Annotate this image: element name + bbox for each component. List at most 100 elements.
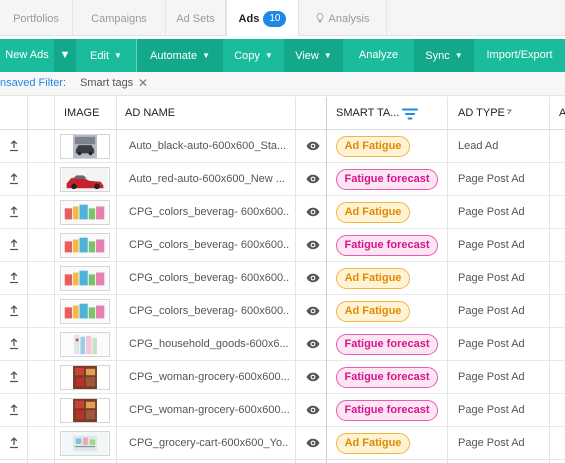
smart-tag-badge: Fatigue forecast — [336, 169, 438, 190]
smart-tag-badge: Ad Fatigue — [336, 136, 410, 157]
sort-icon[interactable] — [506, 109, 512, 115]
table-row[interactable]: CPG_household_goods-600x6... Fatigue fore… — [0, 328, 565, 361]
tab-portfolios[interactable]: Portfolios — [0, 0, 73, 36]
eye-icon[interactable] — [306, 141, 320, 151]
column-divider — [549, 97, 550, 463]
upload-icon[interactable] — [9, 437, 19, 449]
column-header-ad-type[interactable]: AD TYPE — [458, 97, 505, 130]
tab-ads[interactable]: Ads 10 — [226, 0, 299, 37]
smart-tag-badge: Fatigue forecast — [336, 334, 438, 355]
tab-campaigns[interactable]: Campaigns — [73, 0, 166, 36]
column-divider — [116, 97, 117, 463]
import-export-label: Import/Export — [486, 49, 553, 61]
upload-icon[interactable] — [9, 272, 19, 284]
table-header: IMAGE AD NAME SMART TA... AD TYPE A — [0, 97, 565, 130]
tab-analysis-label: Analysis — [328, 13, 370, 25]
table-row[interactable]: CPG_colors_beverag- 600x600... Ad Fatigue… — [0, 262, 565, 295]
smart-tag-badge: Fatigue forecast — [336, 367, 438, 388]
tab-adsets[interactable]: Ad Sets — [166, 0, 226, 36]
upload-icon[interactable] — [9, 239, 19, 251]
tab-campaigns-label: Campaigns — [91, 13, 147, 25]
ad-type-cell: Page Post Ad — [458, 371, 525, 383]
new-ads-label: New Ads — [5, 49, 49, 61]
copy-label: Copy — [234, 50, 260, 62]
column-divider — [447, 97, 448, 463]
eye-icon[interactable] — [306, 174, 320, 184]
eye-icon[interactable] — [306, 207, 320, 217]
new-ads-button[interactable]: New Ads — [0, 39, 54, 72]
table-row[interactable]: Auto_red-auto-600x600_New ... Fatigue for… — [0, 163, 565, 196]
import-export-button[interactable]: Import/Export — [474, 39, 565, 72]
ad-thumbnail[interactable] — [60, 200, 110, 225]
table-row[interactable]: CPG_grocery-cart-600x600_Yo... Ad Fatigue… — [0, 427, 565, 460]
chevron-down-icon: ▼ — [454, 51, 463, 60]
table-row[interactable]: CPG_colors_beverag- 600x600... Ad Fatigue… — [0, 295, 565, 328]
ad-name-cell[interactable]: CPG_colors_beverag- 600x600... — [129, 262, 289, 295]
table-row[interactable]: CPG_woman-grocery-600x600... Fatigue fore… — [0, 361, 565, 394]
ad-name-cell[interactable]: CPG_woman-grocery-600x600... — [129, 394, 289, 427]
new-ads-dropdown[interactable]: ▼ — [54, 39, 76, 72]
column-divider — [54, 97, 55, 463]
ads-count-badge: 10 — [263, 11, 287, 27]
tab-portfolios-label: Portfolios — [13, 13, 59, 25]
column-header-image[interactable]: IMAGE — [64, 97, 99, 130]
view-menu[interactable]: View ▼ — [284, 39, 343, 72]
ad-type-cell: Page Post Ad — [458, 206, 525, 218]
ad-thumbnail[interactable] — [60, 266, 110, 291]
ad-thumbnail[interactable] — [60, 233, 110, 258]
upload-icon[interactable] — [9, 173, 19, 185]
ad-name-cell[interactable]: CPG_woman-grocery-600x600... — [129, 361, 289, 394]
upload-icon[interactable] — [9, 206, 19, 218]
analyze-button[interactable]: Analyze — [343, 39, 414, 72]
ad-type-cell: Page Post Ad — [458, 173, 525, 185]
filter-icon[interactable] — [402, 108, 418, 120]
chevron-down-icon: ▼ — [114, 51, 122, 60]
filter-bar: nsaved Filter: Smart tags ✕ — [0, 72, 565, 96]
eye-icon[interactable] — [306, 372, 320, 382]
sync-menu[interactable]: Sync ▼ — [414, 39, 474, 72]
edit-label: Edit — [90, 50, 110, 62]
table-row[interactable]: CPG_colors_beverag- 600x600... Fatigue fo… — [0, 229, 565, 262]
automate-menu[interactable]: Automate ▼ — [137, 39, 223, 72]
action-toolbar: New Ads ▼ Edit ▼ Automate ▼ Copy ▼ View ▼ An… — [0, 39, 565, 72]
eye-icon[interactable] — [306, 339, 320, 349]
eye-icon[interactable] — [306, 273, 320, 283]
ad-name-cell[interactable]: Auto_red-auto-600x600_New ... — [129, 163, 289, 196]
table-row[interactable]: CPG_woman-grocery-600x600... Fatigue fore… — [0, 394, 565, 427]
smart-tag-badge: Fatigue forecast — [336, 235, 438, 256]
close-icon[interactable]: ✕ — [138, 72, 148, 94]
upload-icon[interactable] — [9, 338, 19, 350]
edit-menu[interactable]: Edit ▼ — [76, 39, 136, 72]
ad-name-cell[interactable]: Auto_black-auto-600x600_Sta... — [129, 130, 289, 163]
ad-name-cell[interactable]: CPG_colors_beverag- 600x600... — [129, 196, 289, 229]
upload-icon[interactable] — [9, 305, 19, 317]
upload-icon[interactable] — [9, 140, 19, 152]
ad-thumbnail[interactable] — [60, 431, 110, 456]
analyze-label: Analyze — [358, 49, 399, 61]
tab-analysis[interactable]: Analysis — [299, 0, 387, 36]
ad-name-cell[interactable]: CPG_grocery-cart-600x600_Yo... — [129, 427, 289, 460]
ad-thumbnail[interactable] — [60, 398, 110, 423]
ad-name-cell[interactable]: CPG_household_goods-600x6... — [129, 328, 289, 361]
eye-icon[interactable] — [306, 240, 320, 250]
table-row[interactable]: CPG_colors_beverag- 600x600... Ad Fatigue… — [0, 196, 565, 229]
column-header-smart-tags[interactable]: SMART TA... — [336, 97, 399, 130]
column-header-next[interactable]: A — [559, 97, 565, 130]
ad-thumbnail[interactable] — [60, 167, 110, 192]
column-header-ad-name[interactable]: AD NAME — [125, 97, 175, 130]
ad-name-cell[interactable]: CPG_colors_beverag- 600x600... — [129, 229, 289, 262]
ad-thumbnail[interactable] — [60, 134, 110, 159]
upload-icon[interactable] — [9, 404, 19, 416]
copy-menu[interactable]: Copy ▼ — [223, 39, 284, 72]
eye-icon[interactable] — [306, 405, 320, 415]
ad-thumbnail[interactable] — [60, 332, 110, 357]
eye-icon[interactable] — [306, 438, 320, 448]
ad-type-cell: Page Post Ad — [458, 437, 525, 449]
upload-icon[interactable] — [9, 371, 19, 383]
ad-name-cell[interactable]: CPG_colors_beverag- 600x600... — [129, 295, 289, 328]
eye-icon[interactable] — [306, 306, 320, 316]
ad-thumbnail[interactable] — [60, 365, 110, 390]
table-row[interactable]: Auto_black-auto-600x600_Sta... Ad Fatigue… — [0, 130, 565, 163]
filter-chip-smart-tags[interactable]: Smart tags — [80, 72, 133, 94]
ad-thumbnail[interactable] — [60, 299, 110, 324]
